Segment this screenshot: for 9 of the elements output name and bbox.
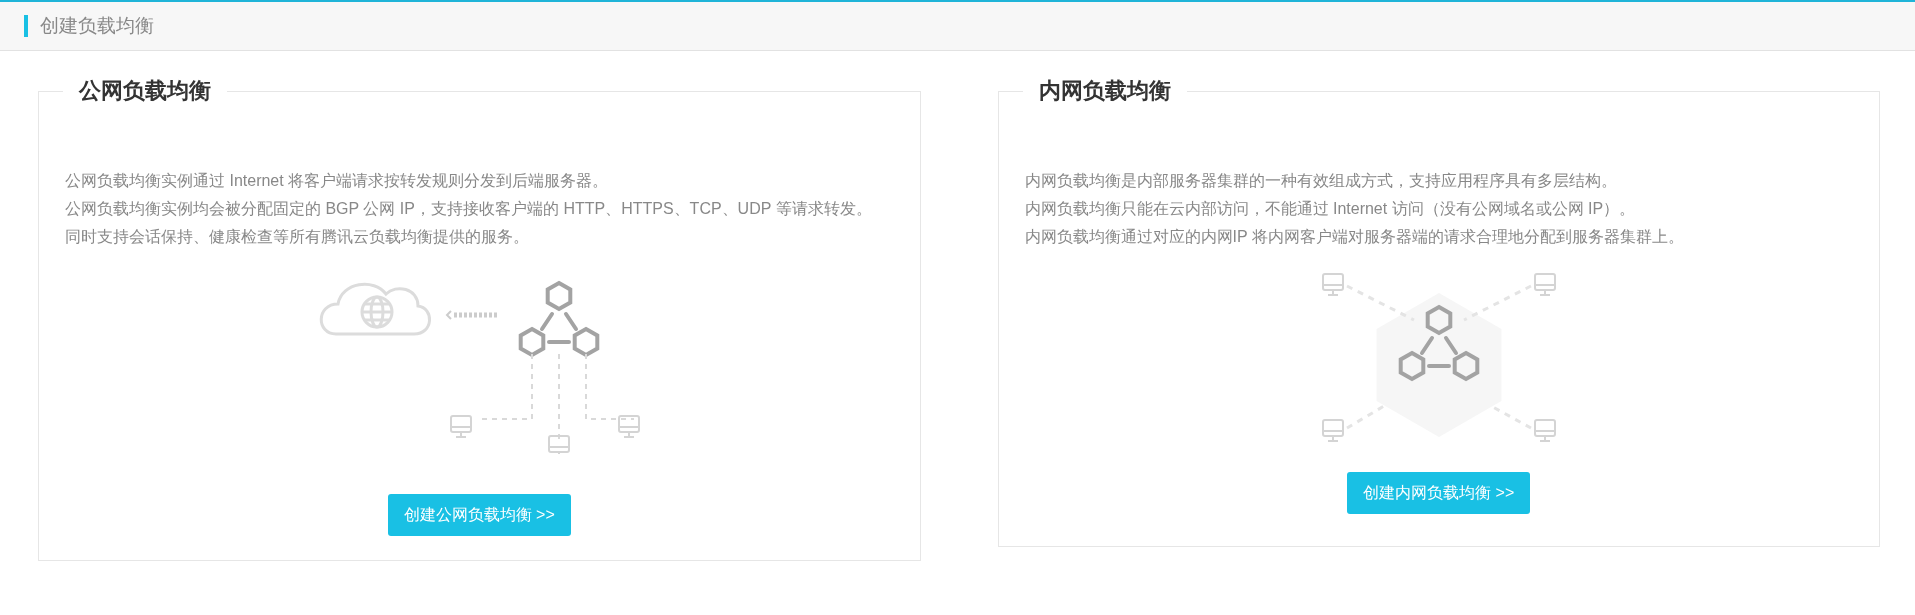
description-text: 内网负载均衡只能在云内部访问，不能通过 Internet 访问（没有公网域名或公网 IP）。 [1024, 199, 1637, 219]
description-text: 公网负载均衡实例通过 Internet 将客户端请求按转发规则分发到后端服务器。 [65, 171, 610, 191]
description-text: 公网负载均衡实例均会被分配固定的 BGP 公网 IP，支持接收客户端的 HTTP、HTTPS、TCP、UDP 等请求转发。 [65, 199, 873, 219]
description-text: 同时支持会话保持、健康检查等所有腾讯云负载均衡提供的服务。 [65, 227, 530, 247]
create-button[interactable]: 创建内网负载均衡 >> [1347, 472, 1531, 514]
description-text: 内网负载均衡通过对应的内网IP 将内网客户端对服务器端的请求合理地分配到服务器集群上。 [1024, 227, 1685, 247]
description-text: 内网负载均衡是内部服务器集群的一种有效组成方式，支持应用程序具有多层结构。 [1024, 171, 1618, 191]
create-button[interactable]: 创建公网负载均衡 >> [387, 494, 571, 536]
page-title: 创建负载均衡 [40, 13, 154, 38]
